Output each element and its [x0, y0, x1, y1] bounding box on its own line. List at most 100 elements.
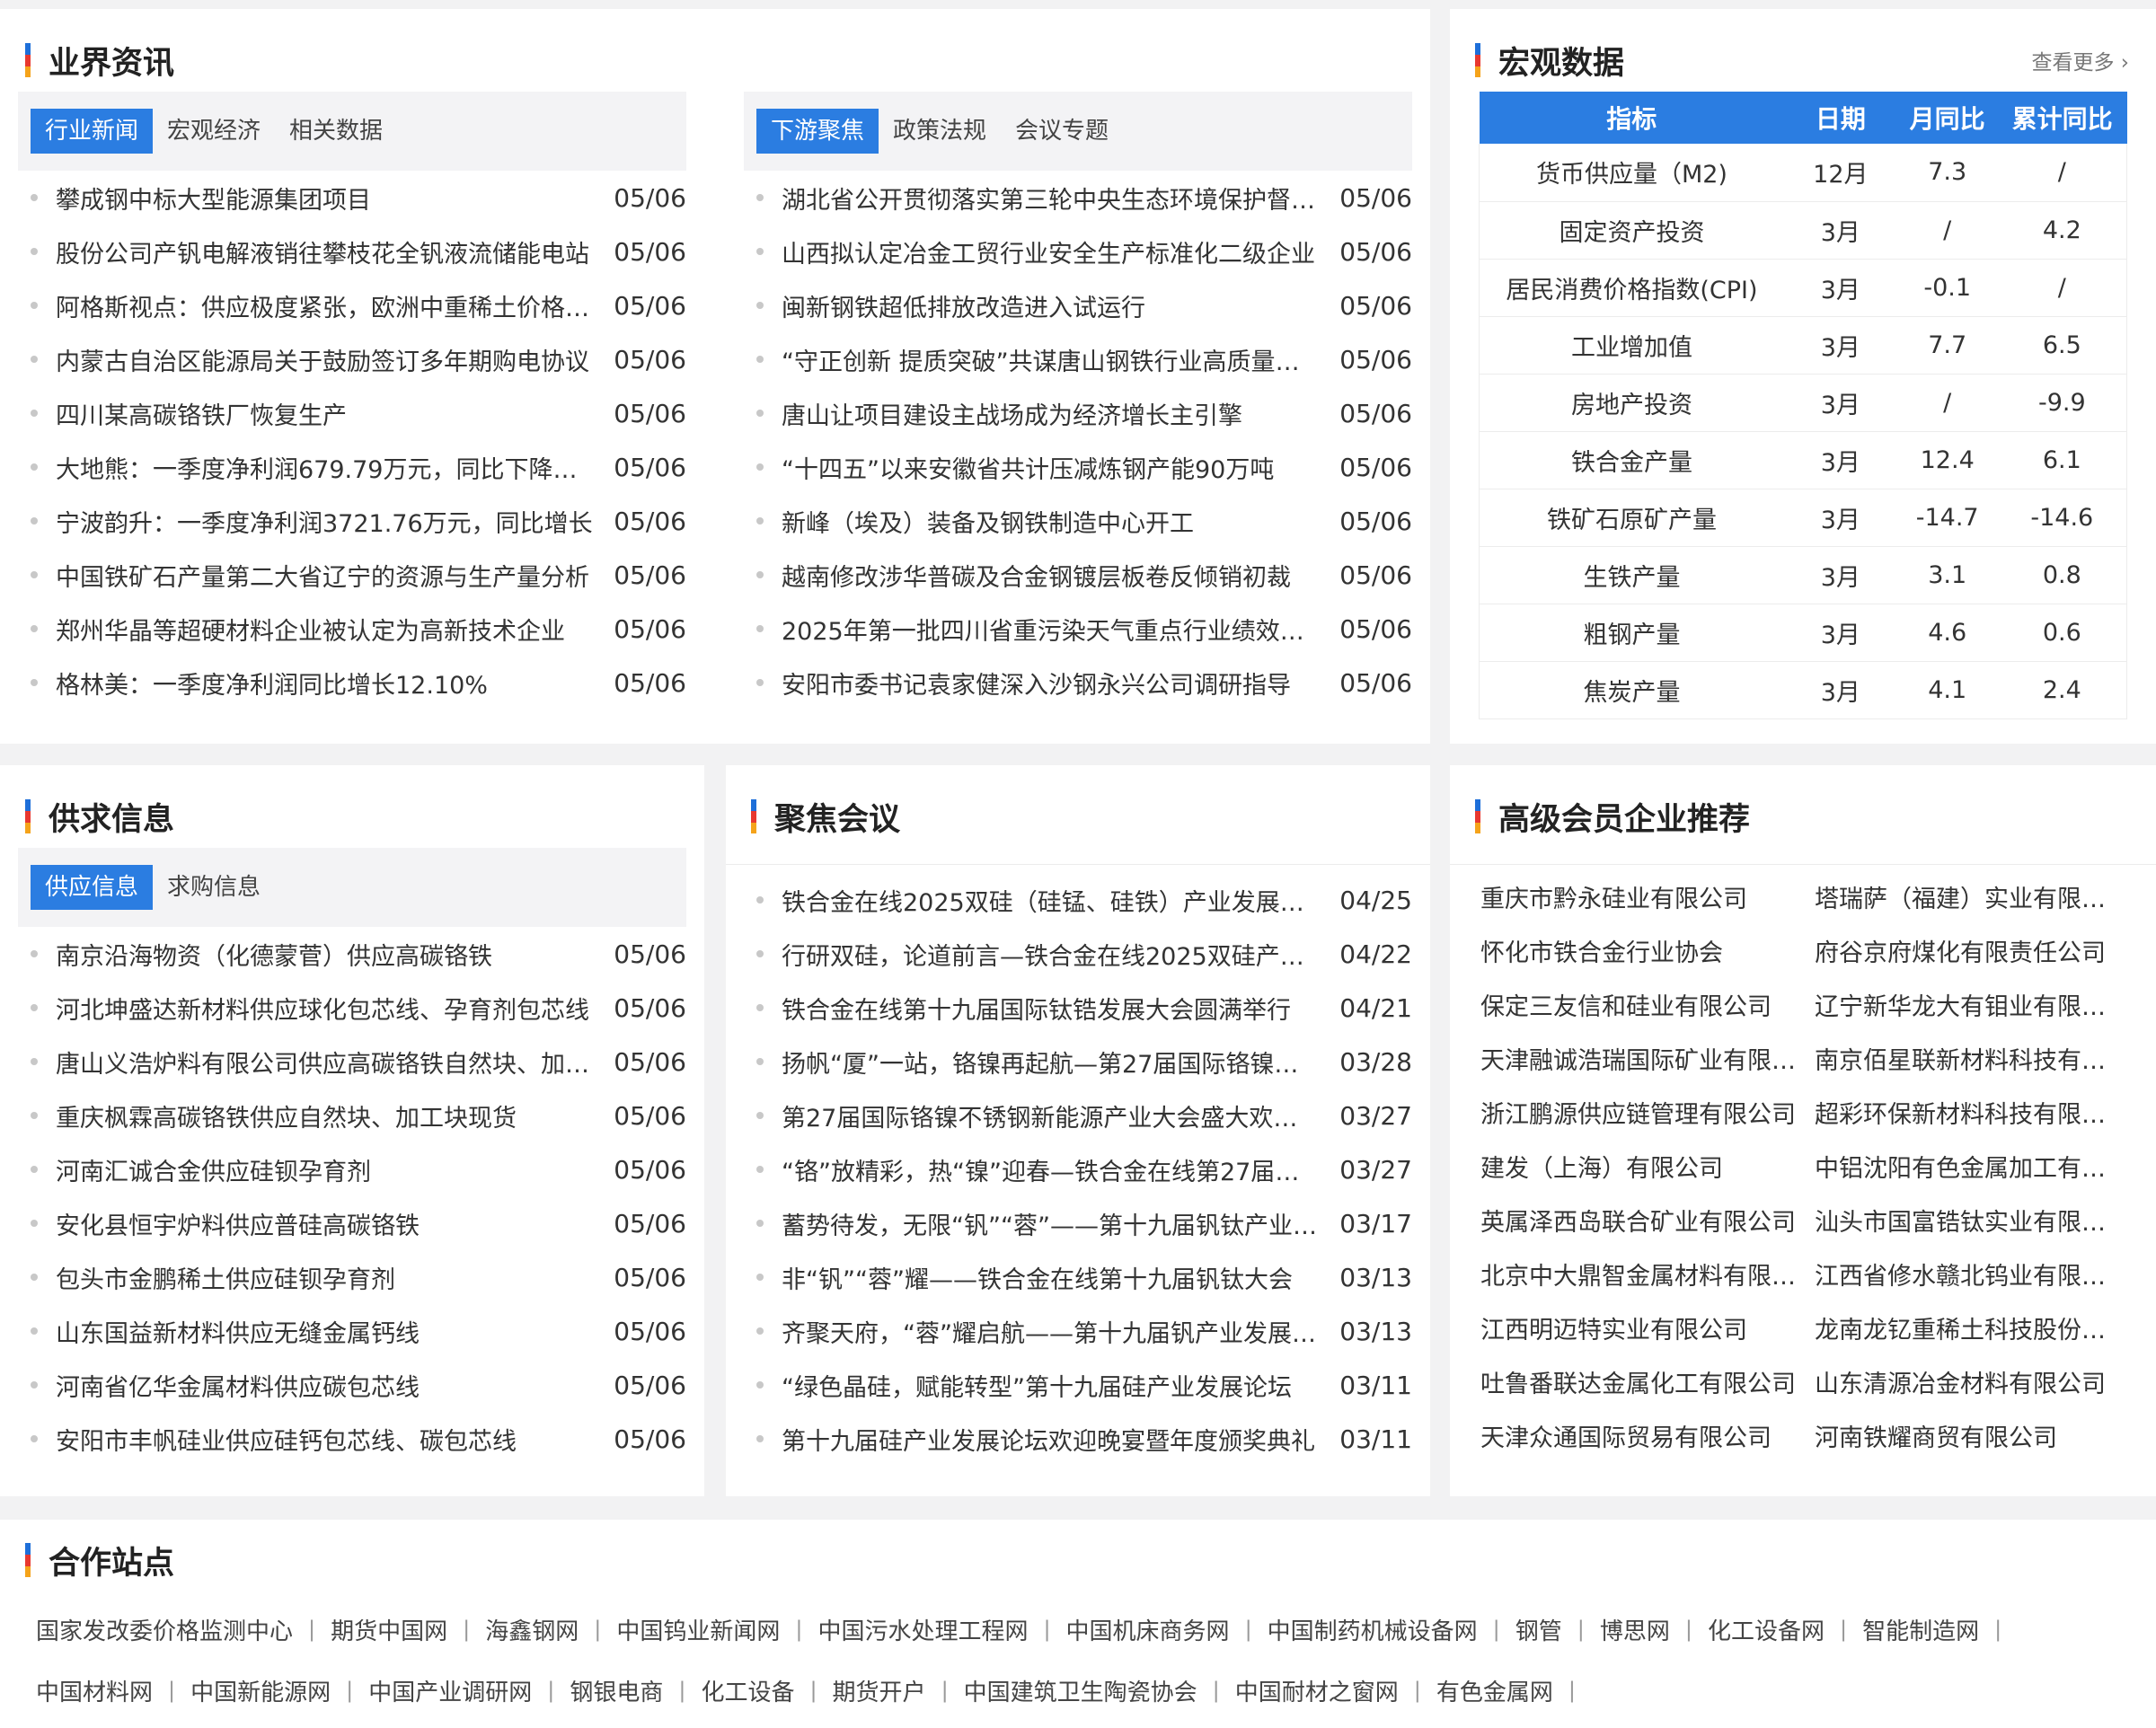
- member-link[interactable]: 中铝沈阳有色金属加工有限公司: [1815, 1149, 2127, 1184]
- partner-link[interactable]: 智能制造网: [1862, 1613, 1979, 1646]
- list-item[interactable]: 河北坤盛达新材料供应球化包芯线、孕育剂包芯线 05/06: [31, 981, 686, 1035]
- list-item[interactable]: 山东国益新材料供应无缝金属钙线 05/06: [31, 1304, 686, 1358]
- table-row[interactable]: 固定资产投资 3月/4.2: [1478, 201, 2127, 260]
- partner-link[interactable]: 钢管: [1515, 1613, 1562, 1646]
- partner-link[interactable]: 化工设备网: [1708, 1613, 1825, 1646]
- member-link[interactable]: 保定三友信和硅业有限公司: [1480, 987, 1815, 1022]
- partner-link[interactable]: 海鑫钢网: [485, 1613, 579, 1646]
- member-link[interactable]: 山东清源冶金材料有限公司: [1815, 1364, 2127, 1399]
- list-item[interactable]: 河南汇诚合金供应硅钡孕育剂 05/06: [31, 1142, 686, 1196]
- member-link[interactable]: 建发（上海）有限公司: [1480, 1149, 1815, 1184]
- tab-purchase-info[interactable]: 求购信息: [153, 865, 275, 910]
- list-item[interactable]: 闽新钢铁超低排放改造进入试运行 05/06: [756, 278, 1412, 332]
- list-item[interactable]: 大地熊：一季度净利润679.79万元，同比下降明显 05/06: [31, 440, 686, 494]
- list-item[interactable]: 第27届国际铬镍不锈钢新能源产业大会盛大欢迎晚宴 03/27: [756, 1089, 1412, 1142]
- partner-link[interactable]: 中国产业调研网: [368, 1674, 532, 1707]
- member-link[interactable]: 江西明迈特实业有限公司: [1480, 1310, 1815, 1345]
- member-link[interactable]: 汕头市国富锆钛实业有限公司: [1815, 1203, 2127, 1238]
- list-item[interactable]: 宁波韵升：一季度净利润3721.76万元，同比增长 05/06: [31, 494, 686, 548]
- list-item[interactable]: 格林美：一季度净利润同比增长12.10% 05/06: [31, 656, 686, 710]
- member-link[interactable]: 怀化市铁合金行业协会: [1480, 933, 1815, 968]
- table-row[interactable]: 铁矿石原矿产量 3月 -14.7 -14.6: [1478, 489, 2127, 547]
- member-link[interactable]: 吐鲁番联达金属化工有限公司: [1480, 1364, 1815, 1399]
- list-item[interactable]: 南京沿海物资（化德蒙菅）供应高碳铬铁 05/06: [31, 927, 686, 981]
- member-link[interactable]: 天津众通国际贸易有限公司: [1480, 1418, 1815, 1453]
- table-row[interactable]: 粗钢产量 3月 4.6 0.6: [1478, 604, 2127, 662]
- list-item[interactable]: “十四五”以来安徽省共计压减炼钢产能90万吨 05/06: [756, 440, 1412, 494]
- list-item[interactable]: 包头市金鹏稀土供应硅钡孕育剂 05/06: [31, 1250, 686, 1304]
- member-link[interactable]: 南京佰星联新材料科技有限公司: [1815, 1041, 2127, 1076]
- partner-link[interactable]: 期货中国网: [331, 1613, 447, 1646]
- list-item[interactable]: 内蒙古自治区能源局关于鼓励签订多年期购电协议 05/06: [31, 332, 686, 386]
- tab-related-data[interactable]: 相关数据: [275, 109, 397, 154]
- partner-link[interactable]: 中国钨业新闻网: [616, 1613, 780, 1646]
- list-item[interactable]: 蓄势待发，无限“钒”“蓉”——第十九届钒钛产业大会 03/17: [756, 1196, 1412, 1250]
- list-item[interactable]: 铁合金在线第十九届国际钛锆发展大会圆满举行 04/21: [756, 981, 1412, 1035]
- member-link[interactable]: 超彩环保新材料科技有限公司: [1815, 1095, 2127, 1130]
- list-item[interactable]: 越南修改涉华普碳及合金钢镀层板卷反倾销初裁 05/06: [756, 548, 1412, 602]
- table-row[interactable]: 生铁产量 3月 3.1 0.8: [1478, 546, 2127, 604]
- list-item[interactable]: 新峰（埃及）装备及钢铁制造中心开工 05/06: [756, 494, 1412, 548]
- partner-link[interactable]: 化工设备: [701, 1674, 794, 1707]
- list-item[interactable]: 铁合金在线2025双硅（硅锰、硅铁）产业发展论坛 04/25: [756, 873, 1412, 927]
- partner-link[interactable]: 期货开户: [833, 1674, 926, 1707]
- list-item[interactable]: 非“钒”“蓉”耀——铁合金在线第十九届钒钛大会 03/13: [756, 1250, 1412, 1304]
- table-row[interactable]: 工业增加值 3月 7.7 6.5: [1478, 316, 2127, 375]
- partner-link[interactable]: 博思网: [1600, 1613, 1670, 1646]
- list-item[interactable]: 安阳市丰帆硅业供应硅钙包芯线、碳包芯线 05/06: [31, 1412, 686, 1466]
- list-item[interactable]: 第十九届硅产业发展论坛欢迎晚宴暨年度颁奖典礼 03/11: [756, 1412, 1412, 1466]
- member-link[interactable]: 天津融诚浩瑞国际矿业有限公司: [1480, 1041, 1815, 1076]
- tab-meetings-topic[interactable]: 会议专题: [1001, 109, 1123, 154]
- partner-link[interactable]: 中国建筑卫生陶瓷协会: [964, 1674, 1197, 1707]
- member-link[interactable]: 龙南龙钇重稀土科技股份有限公司: [1815, 1310, 2127, 1345]
- list-item[interactable]: 齐聚天府，“蓉”耀启航——第十九届钒产业发展论坛 03/13: [756, 1304, 1412, 1358]
- list-item[interactable]: 扬帆“厦”一站，铬镍再起航—第27届国际铬镍大会 03/28: [756, 1035, 1412, 1089]
- partner-link[interactable]: 国家发改委价格监测中心: [36, 1613, 293, 1646]
- list-item[interactable]: 重庆枫霖高碳铬铁供应自然块、加工块现货 05/06: [31, 1089, 686, 1142]
- table-row[interactable]: 房地产投资 3月 / -9.9: [1478, 374, 2127, 432]
- partner-link[interactable]: 中国材料网: [36, 1674, 153, 1707]
- partner-link[interactable]: 钢银电商: [570, 1674, 663, 1707]
- member-link[interactable]: 北京中大鼎智金属材料有限公司: [1480, 1256, 1815, 1292]
- tab-macro-economy[interactable]: 宏观经济: [153, 109, 275, 154]
- table-row[interactable]: 铁合金产量 3月 12.4 6.1: [1478, 431, 2127, 489]
- member-link[interactable]: 江西省修水赣北钨业有限公司: [1815, 1256, 2127, 1292]
- list-item[interactable]: 安阳市委书记袁家健深入沙钢永兴公司调研指导 05/06: [756, 656, 1412, 710]
- list-item[interactable]: 河南省亿华金属材料供应碳包芯线 05/06: [31, 1358, 686, 1412]
- tab-industry-news[interactable]: 行业新闻: [31, 109, 154, 154]
- member-link[interactable]: 浙江鹏源供应链管理有限公司: [1480, 1095, 1815, 1130]
- member-link[interactable]: 府谷京府煤化有限责任公司: [1815, 933, 2127, 968]
- member-link[interactable]: 辽宁新华龙大有钼业有限公司: [1815, 987, 2127, 1022]
- partner-link[interactable]: 有色金属网: [1436, 1674, 1553, 1707]
- list-item[interactable]: 攀成钢中标大型能源集团项目 05/06: [31, 171, 686, 225]
- list-item[interactable]: 阿格斯视点：供应极度紧张，欧洲中重稀土价格上涨 05/06: [31, 278, 686, 332]
- partner-link[interactable]: 中国机床商务网: [1066, 1613, 1230, 1646]
- view-more-link[interactable]: 查看更多 ›: [2031, 45, 2129, 75]
- list-item[interactable]: 行研双硅，论道前言—铁合金在线2025双硅产业论坛 04/22: [756, 927, 1412, 981]
- list-item[interactable]: “绿色晶硅，赋能转型”第十九届硅产业发展论坛 03/11: [756, 1358, 1412, 1412]
- tab-policy[interactable]: 政策法规: [879, 109, 1001, 154]
- table-row[interactable]: 焦炭产量 3月 4.1 2.4: [1478, 661, 2127, 719]
- member-link[interactable]: 英属泽西岛联合矿业有限公司: [1480, 1203, 1815, 1238]
- list-item[interactable]: 唐山义浩炉料有限公司供应高碳铬铁自然块、加工块 05/06: [31, 1035, 686, 1089]
- partner-link[interactable]: 中国耐材之窗网: [1235, 1674, 1399, 1707]
- list-item[interactable]: 2025年第一批四川省重污染天气重点行业绩效分级 05/06: [756, 602, 1412, 656]
- partner-link[interactable]: 中国新能源网: [190, 1674, 331, 1707]
- table-row[interactable]: 货币供应量（M2) 12月 7.3/: [1478, 144, 2127, 202]
- table-row[interactable]: 居民消费价格指数(CPI) 3月 -0.1/: [1478, 259, 2127, 317]
- list-item[interactable]: 中国铁矿石产量第二大省辽宁的资源与生产量分析 05/06: [31, 548, 686, 602]
- partner-link[interactable]: 中国制药机械设备网: [1268, 1613, 1478, 1646]
- list-item[interactable]: “铬”放精彩，热“镍”迎春—铁合金在线第27届大会 03/27: [756, 1142, 1412, 1196]
- list-item[interactable]: 四川某高碳铬铁厂恢复生产 05/06: [31, 386, 686, 440]
- list-item[interactable]: 山西拟认定冶金工贸行业安全生产标准化二级企业 05/06: [756, 225, 1412, 278]
- partner-link[interactable]: 中国污水处理工程网: [817, 1613, 1028, 1646]
- member-link[interactable]: 重庆市黔永硅业有限公司: [1480, 879, 1815, 914]
- member-link[interactable]: 塔瑞萨（福建）实业有限公司: [1815, 879, 2127, 914]
- list-item[interactable]: 股份公司产钒电解液销往攀枝花全钒液流储能电站 05/06: [31, 225, 686, 278]
- tab-supply-info[interactable]: 供应信息: [31, 865, 154, 910]
- list-item[interactable]: 郑州华晶等超硬材料企业被认定为高新技术企业 05/06: [31, 602, 686, 656]
- list-item[interactable]: 安化县恒宇炉料供应普硅高碳铬铁 05/06: [31, 1196, 686, 1250]
- member-link[interactable]: 河南铁耀商贸有限公司: [1815, 1418, 2127, 1453]
- list-item[interactable]: 湖北省公开贯彻落实第三轮中央生态环境保护督察整改 05/06: [756, 171, 1412, 225]
- list-item[interactable]: 唐山让项目建设主战场成为经济增长主引擎 05/06: [756, 386, 1412, 440]
